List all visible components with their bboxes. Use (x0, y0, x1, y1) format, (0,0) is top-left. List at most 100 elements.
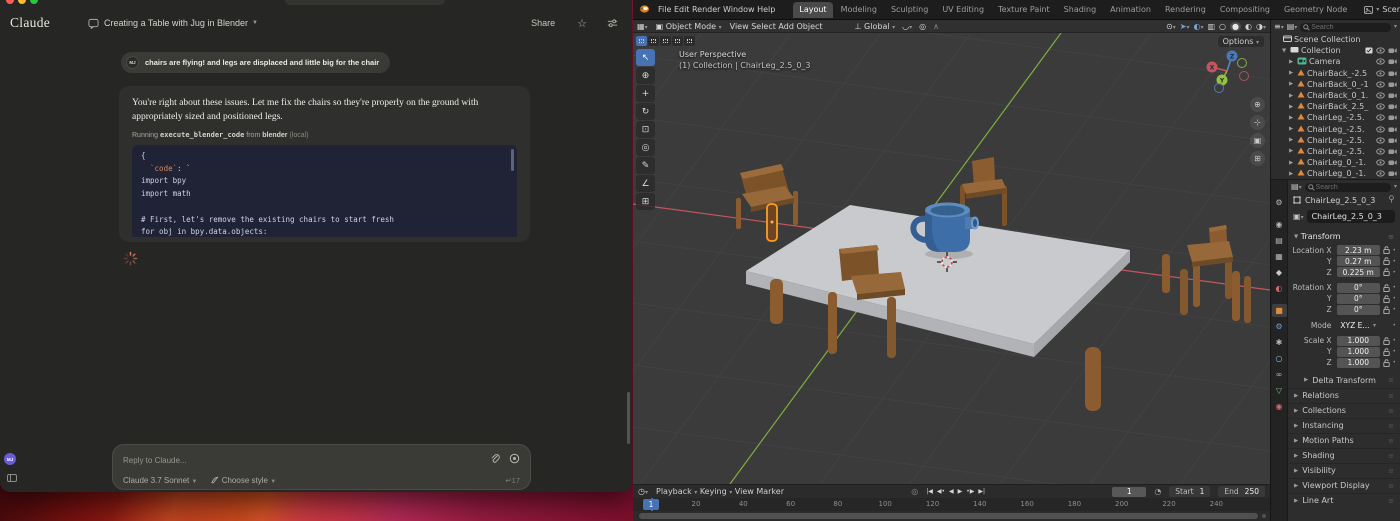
select-mode-button-2[interactable] (648, 36, 659, 46)
outliner-row-chairback-0-1-[interactable]: ▶ChairBack_0_1. (1271, 90, 1400, 101)
disable-in-renders-icon[interactable] (1388, 126, 1397, 133)
disable-in-renders-icon[interactable] (1388, 137, 1397, 144)
gizmo-neg-y-axis[interactable] (1238, 59, 1247, 68)
timeline-menu-keying[interactable]: Keying ▾ (700, 487, 732, 496)
properties-options-chevron[interactable]: ▾ (1394, 183, 1397, 190)
overlays-toggle-icon[interactable]: ◐▾ (1193, 22, 1203, 31)
hide-in-viewport-icon[interactable] (1376, 103, 1385, 110)
select-mode-button-5[interactable] (684, 36, 695, 46)
tool-add-cube-icon[interactable]: ⊞ (636, 193, 655, 210)
transform-value-y-8[interactable]: 1.000 (1337, 347, 1380, 357)
star-icon[interactable]: ☆ (577, 17, 587, 30)
attachment-icon[interactable] (490, 451, 500, 469)
animate-dot-icon[interactable]: • (1392, 337, 1396, 344)
disable-in-renders-icon[interactable] (1388, 81, 1397, 88)
outliner-options-chevron[interactable]: ▾ (1394, 23, 1397, 30)
outliner-row-chairleg-0-1-[interactable]: ▶ChairLeg_0_-1. (1271, 168, 1400, 179)
outliner-row-chairleg-2-5-[interactable]: ▶ChairLeg_-2.5. (1271, 124, 1400, 135)
close-window-button[interactable] (6, 0, 14, 4)
timeline-editor-type-icon[interactable]: ◷▾ (638, 487, 648, 496)
transform-value-z-2[interactable]: 0.225 m (1337, 267, 1380, 277)
auto-keying-icon[interactable]: ◎ (911, 487, 918, 496)
tab-tool-properties[interactable]: ⚙ (1272, 196, 1287, 209)
play-button[interactable]: ▶ (958, 488, 963, 495)
disable-in-renders-icon[interactable] (1388, 148, 1397, 155)
scene-selector[interactable]: ▾ Scene (1361, 4, 1400, 15)
transform-value-mode-6[interactable]: XYZ E...▾ (1336, 320, 1380, 330)
lock-icon[interactable] (1383, 246, 1391, 254)
minimize-window-button[interactable] (18, 0, 26, 4)
workspace-tab-shading[interactable]: Shading (1058, 2, 1103, 18)
shading-wireframe-icon[interactable]: ○ (1219, 22, 1226, 31)
gizmo-neg-x-axis[interactable] (1240, 72, 1249, 81)
hide-in-viewport-icon[interactable] (1376, 137, 1385, 144)
expander-icon[interactable]: ▶ (1289, 160, 1295, 166)
hide-in-viewport-icon[interactable] (1376, 81, 1385, 88)
hide-in-viewport-icon[interactable] (1376, 114, 1385, 121)
hide-in-viewport-icon[interactable] (1376, 70, 1385, 77)
outliner-row-chairleg-2-5-[interactable]: ▶ChairLeg_-2.5. (1271, 146, 1400, 157)
outliner-row-chairleg-2-5-[interactable]: ▶ChairLeg_-2.5. (1271, 112, 1400, 123)
viewport-menu-view[interactable]: View (730, 22, 749, 31)
disable-in-renders-icon[interactable] (1388, 170, 1397, 177)
menu-file[interactable]: File (658, 5, 671, 14)
model-selector[interactable]: Claude 3.7 Sonnet ▼ (123, 476, 197, 485)
editor-type-icon[interactable]: ▦▾ (637, 22, 648, 31)
section-viewport-display[interactable]: ▶Viewport Display≡ (1288, 478, 1400, 493)
menu-window[interactable]: Window (723, 5, 755, 14)
current-frame-field[interactable]: 1 (1112, 487, 1146, 497)
account-avatar[interactable]: MJ (4, 453, 16, 465)
style-selector[interactable]: Choose style ▼ (211, 476, 276, 485)
tab-physics-properties[interactable]: ○ (1272, 352, 1287, 365)
camera-view-icon[interactable]: ▣ (1250, 133, 1265, 148)
object-visibility-icon[interactable]: ⊙▾ (1166, 22, 1176, 31)
section-collections[interactable]: ▶Collections≡ (1288, 403, 1400, 418)
tool-scale-icon[interactable]: ⊡ (636, 121, 655, 138)
workspace-tab-uv-editing[interactable]: UV Editing (936, 2, 990, 18)
transform-value-location-x-0[interactable]: 2.23 m (1337, 245, 1380, 255)
expander-icon[interactable]: ▼ (1282, 48, 1288, 54)
properties-editor-type-icon[interactable]: ▤▾ (1291, 182, 1302, 191)
prev-keyframe-button[interactable]: ◀• (937, 488, 945, 495)
disable-in-renders-icon[interactable] (1388, 70, 1397, 77)
disable-in-renders-icon[interactable] (1388, 103, 1397, 110)
code-block-scrollbar[interactable] (511, 149, 514, 171)
viewport-options-button[interactable]: Options ▾ (1218, 36, 1264, 47)
toggle-perspective-icon[interactable]: ⊞ (1250, 151, 1265, 166)
viewport-menu-object[interactable]: Object (796, 22, 822, 31)
animate-dot-icon[interactable]: • (1392, 247, 1396, 254)
tab-world-properties[interactable]: ◐ (1272, 282, 1287, 295)
animate-dot-icon[interactable]: • (1392, 295, 1396, 302)
composer[interactable]: Claude 3.7 Sonnet ▼ Choose style ▼ ↵17 (112, 444, 531, 490)
section-delta-transform[interactable]: ▶Delta Transform≡ (1288, 373, 1400, 388)
tool-measure-icon[interactable]: ∠ (636, 175, 655, 192)
tab-data-properties[interactable]: ▽ (1272, 384, 1287, 397)
expander-icon[interactable]: ▶ (1289, 93, 1295, 99)
tool-annotate-icon[interactable]: ✎ (636, 157, 655, 174)
fullscreen-window-button[interactable] (30, 0, 38, 4)
next-keyframe-button[interactable]: •▶ (966, 488, 974, 495)
section-shading[interactable]: ▶Shading≡ (1288, 448, 1400, 463)
section-relations[interactable]: ▶Relations≡ (1288, 388, 1400, 403)
expander-icon[interactable]: ▶ (1289, 70, 1295, 76)
section-visibility[interactable]: ▶Visibility≡ (1288, 463, 1400, 478)
select-mode-button-1[interactable] (636, 36, 647, 46)
exclude-collection-checkbox[interactable] (1365, 47, 1373, 54)
hide-in-viewport-icon[interactable] (1376, 47, 1385, 54)
lock-icon[interactable] (1383, 348, 1391, 356)
mode-selector[interactable]: ▣ Object Mode ▾ (656, 22, 722, 31)
workspace-tab-geometry-node[interactable]: Geometry Node (1278, 2, 1353, 18)
chat-scrollbar[interactable] (627, 40, 630, 442)
3d-viewport[interactable]: Options ▾ User Perspective (1) Collectio… (633, 33, 1270, 484)
tab-render-properties[interactable]: ◉ (1272, 218, 1287, 231)
timeline-menu-marker[interactable]: Marker (756, 487, 784, 496)
transform-value-z-9[interactable]: 1.000 (1337, 358, 1380, 368)
tab-object-properties[interactable]: ■ (1272, 304, 1287, 317)
tab-material-properties[interactable]: ◉ (1272, 400, 1287, 413)
menu-render[interactable]: Render (692, 5, 720, 14)
scrollbar-thumb[interactable] (627, 392, 630, 444)
section-line-art[interactable]: ▶Line Art≡ (1288, 493, 1400, 508)
tool-move-icon[interactable]: + (636, 85, 655, 102)
share-button[interactable]: Share (531, 18, 555, 28)
section-instancing[interactable]: ▶Instancing≡ (1288, 418, 1400, 433)
